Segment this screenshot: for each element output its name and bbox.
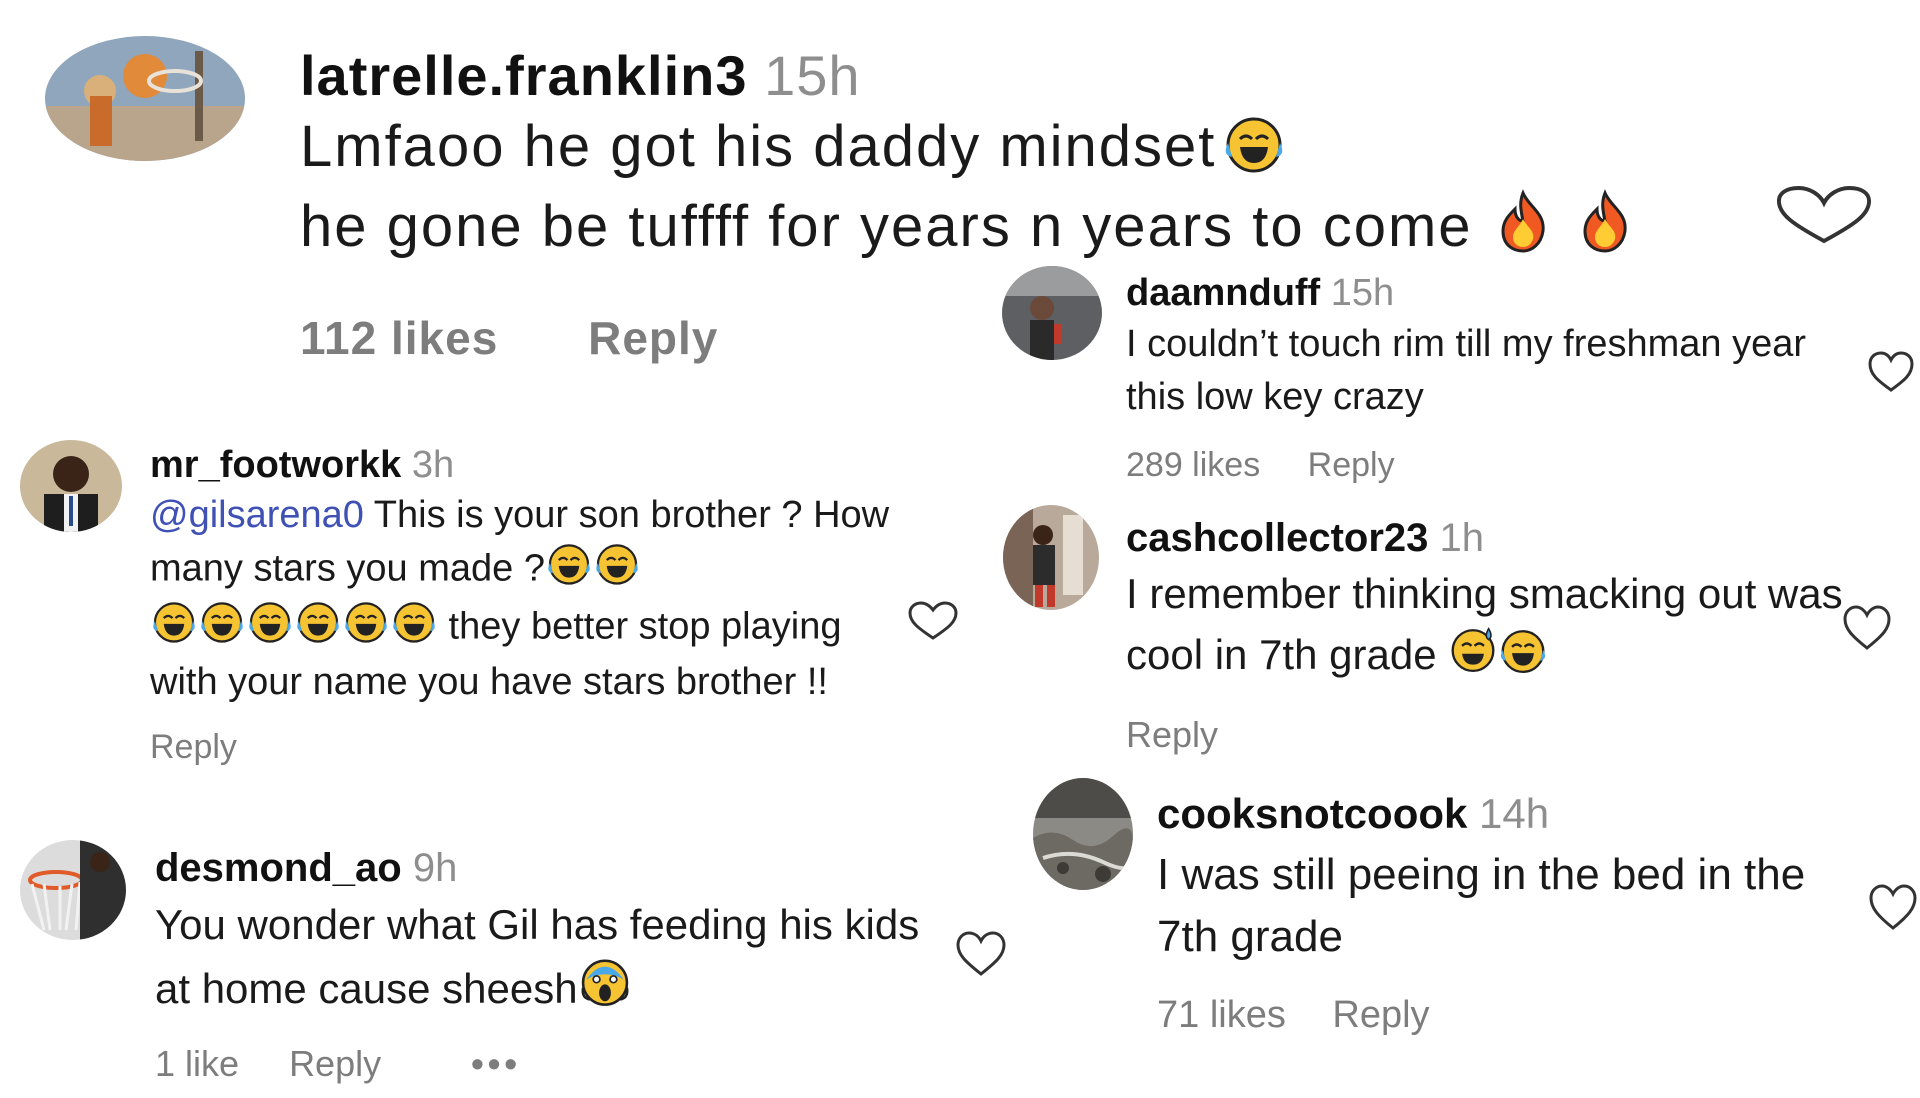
heart-icon[interactable] — [907, 600, 959, 642]
heart-icon[interactable] — [1868, 882, 1918, 932]
tears-of-joy-emoji — [390, 599, 438, 657]
username[interactable]: cooksnotcoook — [1157, 790, 1467, 837]
tears-of-joy-emoji — [1216, 113, 1292, 189]
username[interactable]: daamnduff — [1126, 272, 1320, 314]
username[interactable]: cashcollector23 — [1126, 516, 1428, 560]
likes-count[interactable]: 1 like — [155, 1043, 239, 1085]
reply-button[interactable]: Reply — [1332, 994, 1429, 1037]
avatar[interactable] — [20, 840, 126, 940]
timestamp: 1h — [1439, 516, 1485, 560]
likes-count[interactable]: 71 likes — [1157, 994, 1286, 1037]
tears-of-joy-emoji — [342, 599, 390, 657]
reply-button[interactable]: Reply — [1126, 714, 1218, 756]
tears-of-joy-emoji — [150, 599, 198, 657]
avatar[interactable] — [1033, 778, 1133, 890]
comment-text: I was still peeing in the bed in the 7th… — [1157, 850, 1806, 961]
comment-text: Lmfaoo he got his daddy mindset he gone … — [300, 112, 1730, 269]
timestamp: 15h — [1330, 272, 1395, 314]
reply-button[interactable]: Reply — [289, 1043, 381, 1085]
tears-of-joy-emoji — [246, 599, 294, 657]
heart-icon[interactable] — [1867, 350, 1915, 394]
comment-text: I couldn’t touch rim till my freshman ye… — [1126, 323, 1807, 418]
comment-text: I remember thinking smacking out was coo… — [1126, 564, 1846, 690]
username[interactable]: desmond_ao — [155, 846, 402, 890]
screaming-face-emoji — [578, 954, 632, 1023]
heart-icon[interactable] — [1842, 604, 1892, 652]
heart-icon[interactable] — [955, 930, 1007, 978]
timestamp: 15h — [764, 44, 861, 107]
mention-link[interactable]: @gilsarena0 — [150, 494, 364, 536]
likes-count[interactable]: 289 likes — [1126, 446, 1260, 485]
tears-of-joy-emoji — [545, 541, 593, 599]
timestamp: 14h — [1479, 790, 1550, 837]
heart-icon[interactable] — [1775, 185, 1873, 245]
comment-text: @gilsarena0 This is your son brother ? H… — [150, 494, 890, 703]
timestamp: 9h — [412, 846, 458, 890]
reply-button[interactable]: Reply — [150, 728, 237, 767]
username[interactable]: latrelle.franklin3 — [300, 44, 748, 107]
sweat-smile-emoji — [1448, 624, 1498, 690]
avatar[interactable] — [45, 36, 245, 161]
username[interactable]: mr_footworkk — [150, 444, 401, 486]
fire-emoji — [1573, 189, 1637, 269]
avatar[interactable] — [1002, 266, 1102, 360]
reply-button[interactable]: Reply — [1308, 446, 1395, 485]
tears-of-joy-emoji — [1498, 626, 1548, 690]
comment-text: You wonder what Gil has feeding his kids… — [155, 896, 955, 1023]
tears-of-joy-emoji — [294, 599, 342, 657]
fire-emoji — [1491, 189, 1555, 269]
avatar[interactable] — [20, 440, 122, 532]
tears-of-joy-emoji — [198, 599, 246, 657]
more-options-icon[interactable]: ••• — [471, 1043, 521, 1085]
likes-count[interactable]: 112 likes — [300, 311, 498, 365]
tears-of-joy-emoji — [593, 541, 641, 599]
timestamp: 3h — [411, 444, 455, 486]
reply-button[interactable]: Reply — [588, 311, 718, 365]
avatar[interactable] — [1003, 505, 1099, 610]
